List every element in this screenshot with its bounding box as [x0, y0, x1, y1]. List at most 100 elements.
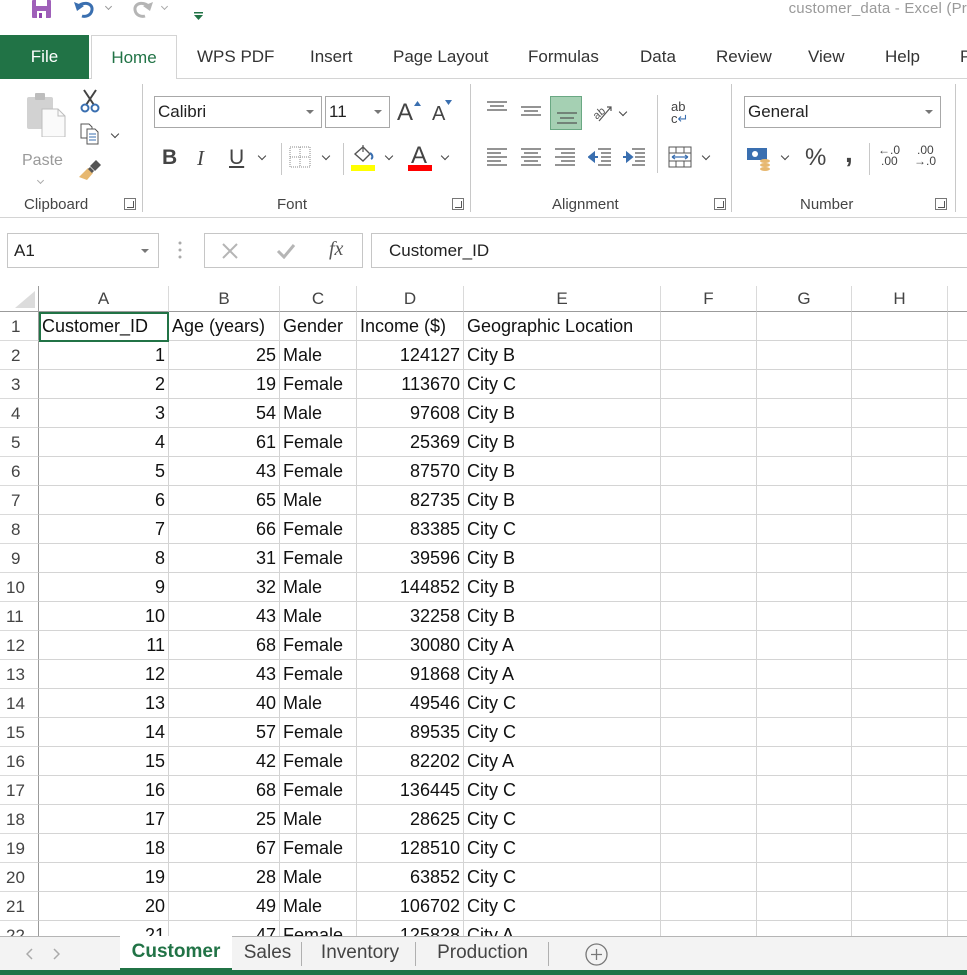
scroll-sheets-right-icon[interactable] — [52, 948, 60, 960]
row-header-18[interactable]: 18 — [0, 805, 39, 834]
table-cell[interactable]: City B — [464, 457, 661, 486]
empty-cell[interactable] — [852, 892, 948, 921]
table-cell[interactable]: City B — [464, 573, 661, 602]
row-header-21[interactable]: 21 — [0, 892, 39, 921]
alignment-dialog-launcher[interactable] — [714, 198, 726, 210]
spreadsheet-grid[interactable]: ABCDEFGH 1 2 3 4 5 6 7 8 9 10 11 12 13 14 15 16 17 18 19 20… — [0, 286, 967, 936]
tab-home[interactable]: Home — [91, 35, 177, 80]
fill-color-button[interactable] — [351, 144, 377, 172]
tab-more[interactable]: P — [960, 35, 967, 79]
empty-cell[interactable] — [852, 573, 948, 602]
empty-cell[interactable] — [948, 341, 967, 370]
number-format-select[interactable]: General — [744, 96, 941, 128]
table-cell[interactable]: City A — [464, 921, 661, 936]
table-cell[interactable]: City C — [464, 892, 661, 921]
table-cell[interactable]: Male — [280, 863, 357, 892]
table-cell[interactable]: 124127 — [357, 341, 464, 370]
table-cell[interactable]: 68 — [169, 631, 280, 660]
table-cell[interactable]: 32 — [169, 573, 280, 602]
empty-cell[interactable] — [852, 341, 948, 370]
empty-cell[interactable] — [757, 863, 852, 892]
empty-cell[interactable] — [948, 573, 967, 602]
empty-cell[interactable] — [852, 399, 948, 428]
empty-cell[interactable] — [757, 399, 852, 428]
table-cell[interactable]: Female — [280, 631, 357, 660]
empty-cell[interactable] — [757, 834, 852, 863]
align-center-icon[interactable] — [520, 148, 542, 168]
table-cell[interactable]: 9 — [39, 573, 169, 602]
table-cell[interactable]: 47 — [169, 921, 280, 936]
row-header-7[interactable]: 7 — [0, 486, 39, 515]
empty-cell[interactable] — [948, 805, 967, 834]
empty-cell[interactable] — [948, 312, 967, 341]
orientation-icon[interactable]: ab — [591, 99, 615, 123]
table-cell[interactable]: Female — [280, 921, 357, 936]
table-cell[interactable]: 89535 — [357, 718, 464, 747]
table-cell[interactable]: Male — [280, 892, 357, 921]
table-cell[interactable]: Female — [280, 457, 357, 486]
empty-cell[interactable] — [948, 544, 967, 573]
table-cell[interactable]: City C — [464, 863, 661, 892]
table-cell[interactable]: City B — [464, 399, 661, 428]
table-cell[interactable]: 7 — [39, 515, 169, 544]
empty-cell[interactable] — [852, 834, 948, 863]
select-all-button[interactable] — [0, 286, 39, 312]
table-cell[interactable]: 83385 — [357, 515, 464, 544]
accounting-format-dropdown-icon[interactable] — [780, 151, 790, 161]
table-cell[interactable]: 67 — [169, 834, 280, 863]
row-header-16[interactable]: 16 — [0, 747, 39, 776]
row-header-17[interactable]: 17 — [0, 776, 39, 805]
more-options-icon[interactable] — [178, 241, 182, 259]
empty-cell[interactable] — [948, 515, 967, 544]
table-cell[interactable]: 28625 — [357, 805, 464, 834]
table-cell[interactable]: City C — [464, 689, 661, 718]
empty-cell[interactable] — [757, 689, 852, 718]
tab-page-layout[interactable]: Page Layout — [393, 35, 488, 79]
table-cell[interactable]: 25 — [169, 805, 280, 834]
save-icon[interactable] — [32, 0, 51, 18]
increase-font-size-button[interactable]: A — [397, 99, 421, 127]
table-cell[interactable]: 97608 — [357, 399, 464, 428]
empty-cell[interactable] — [757, 805, 852, 834]
increase-decimal-button[interactable]: ←.0 .00 — [878, 144, 906, 171]
column-header-h[interactable]: H — [852, 286, 948, 312]
copy-dropdown-icon[interactable] — [110, 129, 120, 139]
number-dialog-launcher[interactable] — [935, 198, 947, 210]
font-dialog-launcher[interactable] — [452, 198, 464, 210]
empty-cell[interactable] — [852, 776, 948, 805]
empty-cell[interactable] — [852, 486, 948, 515]
table-cell[interactable]: 49 — [169, 892, 280, 921]
table-cell[interactable]: City B — [464, 341, 661, 370]
table-cell[interactable]: 31 — [169, 544, 280, 573]
empty-cell[interactable] — [661, 486, 757, 515]
table-cell[interactable]: 125828 — [357, 921, 464, 936]
italic-button[interactable]: I — [197, 146, 204, 171]
empty-cell[interactable] — [661, 921, 757, 936]
column-header-a[interactable]: A — [39, 286, 169, 312]
table-cell[interactable]: 65 — [169, 486, 280, 515]
table-cell[interactable]: Female — [280, 660, 357, 689]
table-cell[interactable]: 57 — [169, 718, 280, 747]
table-cell[interactable]: 2 — [39, 370, 169, 399]
empty-cell[interactable] — [757, 631, 852, 660]
table-cell[interactable]: 63852 — [357, 863, 464, 892]
empty-cell[interactable] — [757, 515, 852, 544]
empty-cell[interactable] — [948, 486, 967, 515]
empty-cell[interactable] — [661, 863, 757, 892]
font-size-select[interactable]: 11 — [325, 96, 390, 128]
empty-cell[interactable] — [661, 370, 757, 399]
empty-cell[interactable] — [852, 515, 948, 544]
empty-cell[interactable] — [852, 457, 948, 486]
font-name-select[interactable]: Calibri — [154, 96, 322, 128]
empty-cell[interactable] — [757, 573, 852, 602]
table-cell[interactable]: City A — [464, 631, 661, 660]
empty-cell[interactable] — [757, 776, 852, 805]
column-header-i[interactable] — [948, 286, 967, 312]
tab-view[interactable]: View — [808, 35, 845, 79]
table-cell[interactable]: Male — [280, 573, 357, 602]
row-header-4[interactable]: 4 — [0, 399, 39, 428]
column-header-e[interactable]: E — [464, 286, 661, 312]
table-cell[interactable]: 61 — [169, 428, 280, 457]
table-cell[interactable]: Female — [280, 834, 357, 863]
row-header-3[interactable]: 3 — [0, 370, 39, 399]
